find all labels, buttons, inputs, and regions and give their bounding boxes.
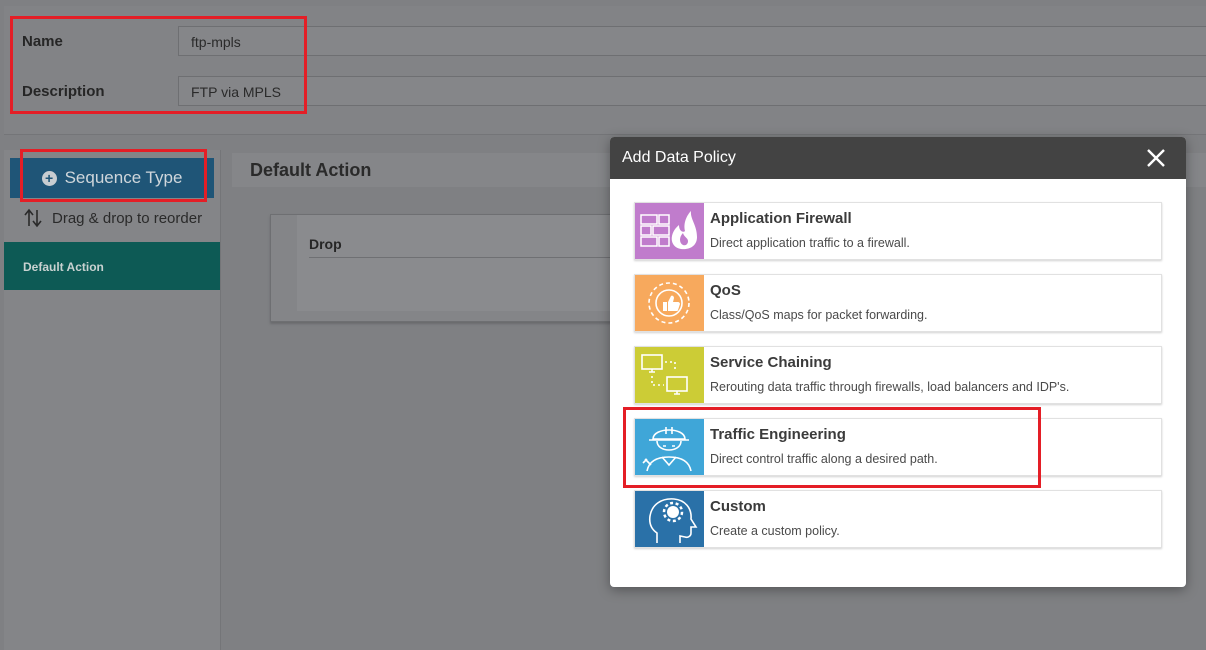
qos-thumbs-up-icon: [635, 275, 704, 331]
section-title: Default Action: [250, 160, 372, 180]
service-chain-monitors-icon: [635, 347, 704, 403]
policy-description: Rerouting data traffic through firewalls…: [710, 380, 1070, 394]
name-field[interactable]: ftp-mpls: [178, 26, 1206, 56]
sidebar-item-default-action[interactable]: Default Action: [4, 242, 220, 290]
highlight-sequence-type: [20, 149, 207, 202]
drag-hint-text: Drag & drop to reorder: [52, 209, 203, 227]
drag-hint: Drag & drop to reorder: [24, 208, 202, 228]
policy-title: Application Firewall: [710, 210, 852, 227]
policy-option-custom[interactable]: Custom Create a custom policy.: [634, 490, 1162, 548]
policy-title: QoS: [710, 282, 741, 299]
policy-option-application-firewall[interactable]: Application Firewall Direct application …: [634, 202, 1162, 260]
dialog-title: Add Data Policy: [622, 149, 736, 166]
head-gear-icon: [635, 491, 704, 547]
reorder-arrows-icon: [24, 208, 42, 228]
policy-title: Custom: [710, 498, 766, 515]
policy-option-qos[interactable]: QoS Class/QoS maps for packet forwarding…: [634, 274, 1162, 332]
policy-description: Direct application traffic to a firewall…: [710, 236, 910, 250]
policy-option-service-chaining[interactable]: Service Chaining Rerouting data traffic …: [634, 346, 1162, 404]
description-field[interactable]: FTP via MPLS: [178, 76, 1206, 106]
highlight-traffic-engineering: [623, 407, 1041, 488]
sequence-sidebar: + Sequence Type Drag & drop to reorder D…: [4, 150, 221, 650]
firewall-icon: [635, 203, 704, 259]
dialog-header: Add Data Policy: [610, 137, 1186, 179]
sidebar-item-label: Default Action: [23, 260, 104, 274]
policy-description: Create a custom policy.: [710, 524, 840, 538]
close-icon[interactable]: [1144, 146, 1168, 170]
highlight-name-description: [10, 16, 307, 114]
action-label: Drop: [309, 236, 342, 252]
add-data-policy-dialog: Add Data Policy Application Firewall Dir…: [610, 137, 1186, 587]
policy-description: Class/QoS maps for packet forwarding.: [710, 308, 928, 322]
policy-title: Service Chaining: [710, 354, 832, 371]
